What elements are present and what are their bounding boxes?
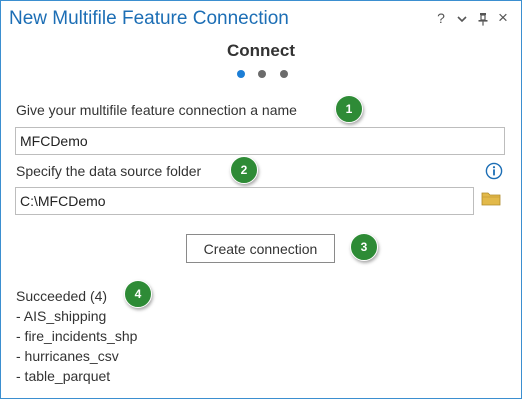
connection-name-input[interactable] [15, 127, 505, 155]
callout-2: 2 [230, 156, 258, 184]
pane-frame: New Multifile Feature Connection ? × Con… [0, 0, 522, 399]
info-icon [485, 162, 503, 180]
folder-label: Specify the data source folder [16, 163, 202, 179]
help-button[interactable]: ? [433, 9, 449, 27]
folder-icon [481, 192, 501, 206]
chevron-down-icon [457, 16, 467, 23]
callout-3: 3 [350, 233, 378, 261]
create-connection-button[interactable]: Create connection [186, 234, 335, 263]
step-title: Connect [227, 41, 295, 60]
folder-path-input[interactable] [15, 187, 474, 215]
info-button[interactable] [485, 162, 503, 180]
result-item: - table_parquet [16, 368, 111, 384]
browse-folder-button[interactable] [481, 190, 501, 208]
results-list: Succeeded (4) - AIS_shipping - fire_inci… [16, 286, 137, 386]
step-dot-3 [280, 70, 288, 78]
pin-button[interactable] [475, 9, 491, 30]
result-item: - hurricanes_csv [16, 348, 119, 364]
options-button[interactable] [454, 9, 470, 29]
results-header: Succeeded (4) [16, 288, 108, 304]
close-button[interactable]: × [495, 9, 511, 27]
step-dot-2 [258, 70, 266, 78]
step-dot-1 [237, 70, 245, 78]
name-label: Give your multifile feature connection a… [16, 102, 297, 118]
close-icon: × [498, 8, 508, 27]
callout-1: 1 [335, 95, 363, 123]
pane-title: New Multifile Feature Connection [9, 8, 289, 29]
result-item: - AIS_shipping [16, 308, 107, 324]
result-item: - fire_incidents_shp [16, 328, 138, 344]
pin-icon [478, 13, 488, 26]
